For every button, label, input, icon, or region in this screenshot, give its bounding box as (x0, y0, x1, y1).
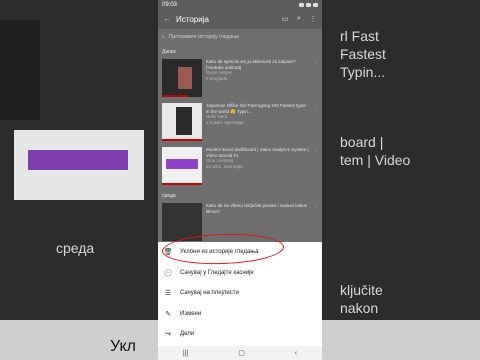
background-right: rl Fast Fastest Typin... board | tem | V… (322, 0, 480, 360)
watch-progress-bar (162, 183, 202, 185)
bg-line-6: ključite (340, 282, 383, 298)
edit-item[interactable]: ✎ Измени (158, 304, 322, 325)
home-icon[interactable]: ▢ (238, 349, 245, 357)
video-thumbnail[interactable] (162, 103, 202, 141)
video-title: Japanese Office Girl Fast typing 440 Fas… (206, 103, 306, 114)
status-bar: 09:03 (158, 0, 322, 9)
video-more-icon[interactable]: ⋮ (314, 203, 319, 243)
thumb-image (178, 67, 192, 89)
bg-line-5: tem | Video (340, 152, 411, 168)
pencil-icon: ✎ (165, 310, 171, 318)
bg-line-3: Typin... (340, 64, 386, 80)
bg-line-4: board | (340, 134, 384, 150)
background-left: среда Укл (0, 0, 158, 360)
signal-icon (306, 2, 311, 7)
wifi-icon (299, 2, 304, 7)
thumb-image (166, 159, 198, 169)
save-to-playlist-item[interactable]: ☰ Сачувај на плејлисти (158, 283, 322, 304)
video-item[interactable]: Japanese Office Girl Fast typing 440 Fas… (158, 101, 322, 145)
share-item[interactable]: ↪ Дели (158, 324, 322, 345)
history-search-input[interactable]: Претражите историју гледања (169, 34, 239, 40)
video-item[interactable]: Modern Excel dashboard | Sales Analytics… (158, 145, 322, 189)
status-time: 09:03 (162, 1, 178, 8)
background-left-bottom-text: Укл (110, 338, 136, 355)
video-more-icon[interactable]: ⋮ (314, 103, 319, 143)
save-to-watch-later-item[interactable]: 🕑 Сачувај у Гледајте касније (158, 263, 322, 284)
battery-icon (313, 2, 318, 7)
video-more-icon[interactable]: ⋮ (314, 147, 319, 187)
video-info: Japanese Office Girl Fast typing 440 Fas… (206, 103, 310, 143)
watch-progress-bar (162, 139, 202, 141)
video-title: Kako da spreciis sto ju aktivnosti za za… (206, 59, 296, 70)
section-header: Данас (162, 49, 177, 55)
video-item[interactable]: Kako da na Viberu isključite poruke i na… (158, 201, 322, 245)
app-bar: ← Историја ▭ ⌕ ⋮ (158, 9, 322, 29)
clock-icon: 🕑 (163, 269, 173, 277)
thumb-image (176, 107, 192, 135)
playlist-add-icon: ☰ (164, 290, 172, 298)
video-thumbnail[interactable] (162, 147, 202, 185)
search-field-icon: ⌕ (162, 34, 165, 40)
back-arrow-icon[interactable]: ← (162, 14, 172, 24)
bg-line-7: nakon (340, 300, 379, 316)
video-meta: 8 pregleda (206, 75, 228, 81)
bottom-sheet-menu: 🗑 Уклони из историје гледања 🕑 Сачувај у… (158, 242, 322, 346)
bg-line-1: rl Fast (340, 28, 379, 44)
page-title: Историја (176, 14, 209, 24)
menu-item-label: Уклони из историје гледања (180, 249, 259, 256)
bg-line-2: Fastest (340, 46, 386, 62)
history-search[interactable]: ⌕ Претражите историју гледања (158, 29, 322, 45)
video-thumbnail[interactable] (162, 203, 202, 241)
video-info: Kako da na Viberu isključite poruke i na… (206, 203, 310, 243)
watch-progress-bar (162, 95, 188, 97)
share-icon: ↪ (165, 331, 171, 339)
trash-icon: 🗑 (163, 249, 173, 257)
recent-apps-icon[interactable]: ||| (183, 350, 188, 357)
status-icons (299, 2, 318, 7)
more-options-icon[interactable]: ⋮ (308, 14, 318, 24)
menu-item-label: Дели (180, 331, 195, 338)
video-info: Modern Excel dashboard | Sales Analytics… (206, 147, 310, 187)
video-meta: 2,3 мил. прегледа (206, 119, 244, 125)
video-title: Modern Excel dashboard | Sales Analytics… (206, 147, 309, 158)
video-thumbnail[interactable] (162, 59, 202, 97)
video-item[interactable]: Kako da spreciis sto ju aktivnosti za za… (158, 57, 322, 101)
video-more-icon[interactable]: ⋮ (314, 59, 319, 99)
section-header: среда (162, 193, 176, 199)
cast-icon[interactable]: ▭ (280, 14, 290, 24)
system-nav-bar: ||| ▢ ‹ (158, 346, 322, 360)
video-meta: 22 хиљ. прегледа (206, 163, 243, 169)
menu-item-label: Измени (180, 310, 202, 317)
search-icon[interactable]: ⌕ (294, 14, 304, 24)
background-left-label: среда (56, 240, 95, 256)
video-title: Kako da na Viberu isključite poruke i na… (206, 203, 308, 214)
menu-item-label: Сачувај на плејлисти (180, 290, 239, 297)
remove-from-history-item[interactable]: 🗑 Уклони из историје гледања (158, 242, 322, 263)
menu-item-label: Сачувај у Гледајте касније (180, 269, 254, 276)
back-icon[interactable]: ‹ (295, 350, 297, 357)
phone-screen: 09:03 ← Историја ▭ ⌕ ⋮ ⌕ Претражите исто… (158, 0, 322, 360)
video-info: Kako da spreciis sto ju aktivnosti za za… (206, 59, 310, 99)
